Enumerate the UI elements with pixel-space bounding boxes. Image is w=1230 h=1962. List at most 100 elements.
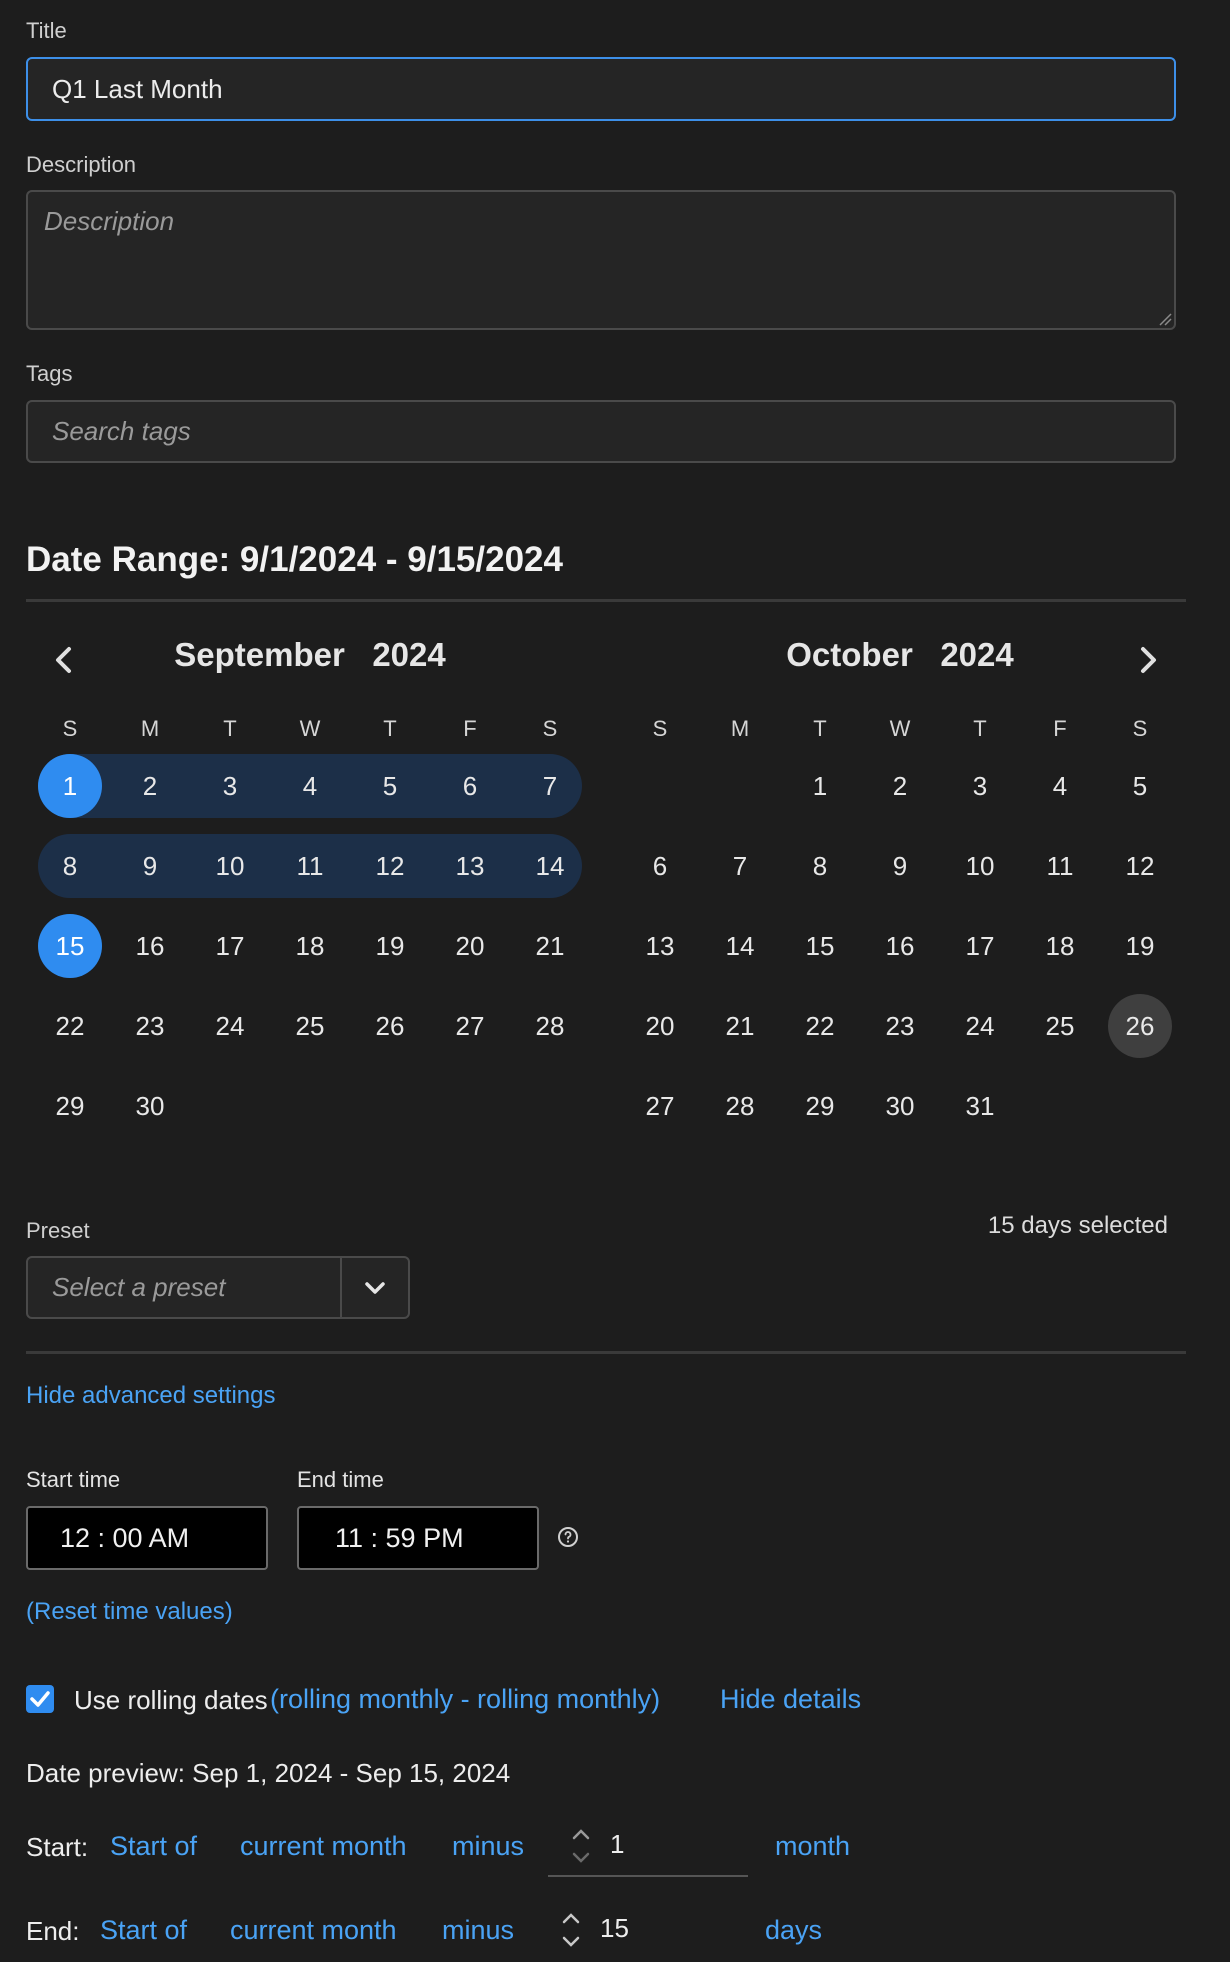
resize-grip-icon[interactable] [1158,312,1172,326]
reset-time-values-link[interactable]: (Reset time values) [26,1598,233,1626]
calendar-day[interactable]: 19 [1108,914,1172,978]
rolling-mode-link[interactable]: (rolling monthly - rolling monthly) [270,1684,660,1715]
preset-select[interactable]: Select a preset [26,1256,410,1319]
calendar-day[interactable]: 15 [788,914,852,978]
calendar-day[interactable]: 30 [118,1074,182,1138]
calendar-day[interactable]: 4 [278,754,342,818]
end-unit-select[interactable]: days [765,1915,822,1946]
weekday-header: F [1053,716,1067,741]
next-month-icon[interactable] [1126,638,1170,682]
calendar-day[interactable]: 14 [708,914,772,978]
previous-month-icon[interactable] [42,638,86,682]
calendar-day[interactable]: 26 [1108,994,1172,1058]
weekday-header: S [652,716,668,741]
calendar-day[interactable]: 23 [868,994,932,1058]
calendar-day[interactable]: 2 [868,754,932,818]
month-title-september: September 2024 [140,636,480,674]
calendar-day[interactable]: 13 [438,834,502,898]
calendar-day[interactable]: 1 [788,754,852,818]
calendar-day[interactable]: 16 [118,914,182,978]
help-icon[interactable] [556,1525,580,1549]
calendar-day[interactable]: 25 [278,994,342,1058]
month-year: 2024 [940,636,1014,673]
calendar-day[interactable]: 6 [628,834,692,898]
calendar-day[interactable]: 2 [118,754,182,818]
start-period-select[interactable]: current month [240,1831,407,1862]
calendar-day[interactable]: 17 [198,914,262,978]
checkmark-icon [30,1691,50,1707]
hide-advanced-settings-link[interactable]: Hide advanced settings [26,1382,276,1410]
calendar-day[interactable]: 12 [1108,834,1172,898]
calendar-day[interactable]: 10 [198,834,262,898]
calendar-day[interactable]: 26 [358,994,422,1058]
hide-details-link[interactable]: Hide details [720,1684,861,1715]
calendar-day[interactable]: 30 [868,1074,932,1138]
calendar-day[interactable]: 14 [518,834,582,898]
calendar-day[interactable]: 18 [1028,914,1092,978]
date-preview: Date preview: Sep 1, 2024 - Sep 15, 2024 [26,1758,511,1788]
calendar-day[interactable]: 1 [38,754,102,818]
calendar-day[interactable]: 9 [118,834,182,898]
calendar-day[interactable]: 27 [438,994,502,1058]
calendar-day[interactable]: 11 [278,834,342,898]
calendar-day[interactable]: 5 [358,754,422,818]
description-input[interactable] [26,190,1176,330]
calendar-day[interactable]: 22 [38,994,102,1058]
calendar-day[interactable]: 21 [708,994,772,1058]
calendar-day[interactable]: 15 [38,914,102,978]
calendar-day[interactable]: 8 [788,834,852,898]
end-period-select[interactable]: current month [230,1915,397,1946]
end-operator-select[interactable]: minus [442,1915,514,1946]
calendar-day[interactable]: 3 [198,754,262,818]
calendar-day[interactable]: 4 [1028,754,1092,818]
calendar-day[interactable]: 22 [788,994,852,1058]
calendar-day[interactable]: 28 [518,994,582,1058]
calendar-day[interactable]: 17 [948,914,1012,978]
calendar-day[interactable]: 21 [518,914,582,978]
end-time-input[interactable]: 11 : 59 PM [297,1506,539,1570]
calendar-day[interactable]: 18 [278,914,342,978]
calendar-day[interactable]: 29 [38,1074,102,1138]
weekday-header: M [730,716,750,741]
calendar-day[interactable]: 13 [628,914,692,978]
calendar-day[interactable]: 28 [708,1074,772,1138]
chevron-down-icon[interactable] [362,1276,388,1300]
start-unit-select[interactable]: month [775,1831,850,1862]
calendar-day[interactable]: 7 [518,754,582,818]
rolling-dates-label: Use rolling dates [74,1685,268,1715]
start-amount-input[interactable]: 1 [610,1829,624,1860]
calendar-day[interactable]: 19 [358,914,422,978]
stepper-underline [548,1875,748,1877]
calendar-day[interactable]: 10 [948,834,1012,898]
divider [26,1351,1186,1354]
end-anchor-select[interactable]: Start of [100,1915,187,1946]
stepper-arrows-icon[interactable] [558,1908,584,1952]
rolling-dates-checkbox[interactable] [26,1685,54,1713]
days-selected-count: 15 days selected [987,1212,1168,1239]
calendar-day[interactable]: 29 [788,1074,852,1138]
tags-search-input[interactable] [26,400,1176,463]
calendar-day[interactable]: 27 [628,1074,692,1138]
stepper-arrows-icon[interactable] [568,1824,594,1868]
calendar-day[interactable]: 25 [1028,994,1092,1058]
title-input[interactable] [26,57,1176,121]
calendar-day[interactable]: 16 [868,914,932,978]
start-time-input[interactable]: 12 : 00 AM [26,1506,268,1570]
calendar-day[interactable]: 3 [948,754,1012,818]
calendar-day[interactable]: 9 [868,834,932,898]
calendar-day[interactable]: 20 [628,994,692,1058]
calendar-day[interactable]: 7 [708,834,772,898]
start-operator-select[interactable]: minus [452,1831,524,1862]
calendar-day[interactable]: 24 [948,994,1012,1058]
calendar-day[interactable]: 8 [38,834,102,898]
calendar-day[interactable]: 24 [198,994,262,1058]
end-amount-input[interactable]: 15 [600,1913,629,1944]
calendar-day[interactable]: 20 [438,914,502,978]
calendar-day[interactable]: 5 [1108,754,1172,818]
start-anchor-select[interactable]: Start of [110,1831,197,1862]
calendar-day[interactable]: 31 [948,1074,1012,1138]
calendar-day[interactable]: 12 [358,834,422,898]
calendar-day[interactable]: 6 [438,754,502,818]
calendar-day[interactable]: 23 [118,994,182,1058]
calendar-day[interactable]: 11 [1028,834,1092,898]
